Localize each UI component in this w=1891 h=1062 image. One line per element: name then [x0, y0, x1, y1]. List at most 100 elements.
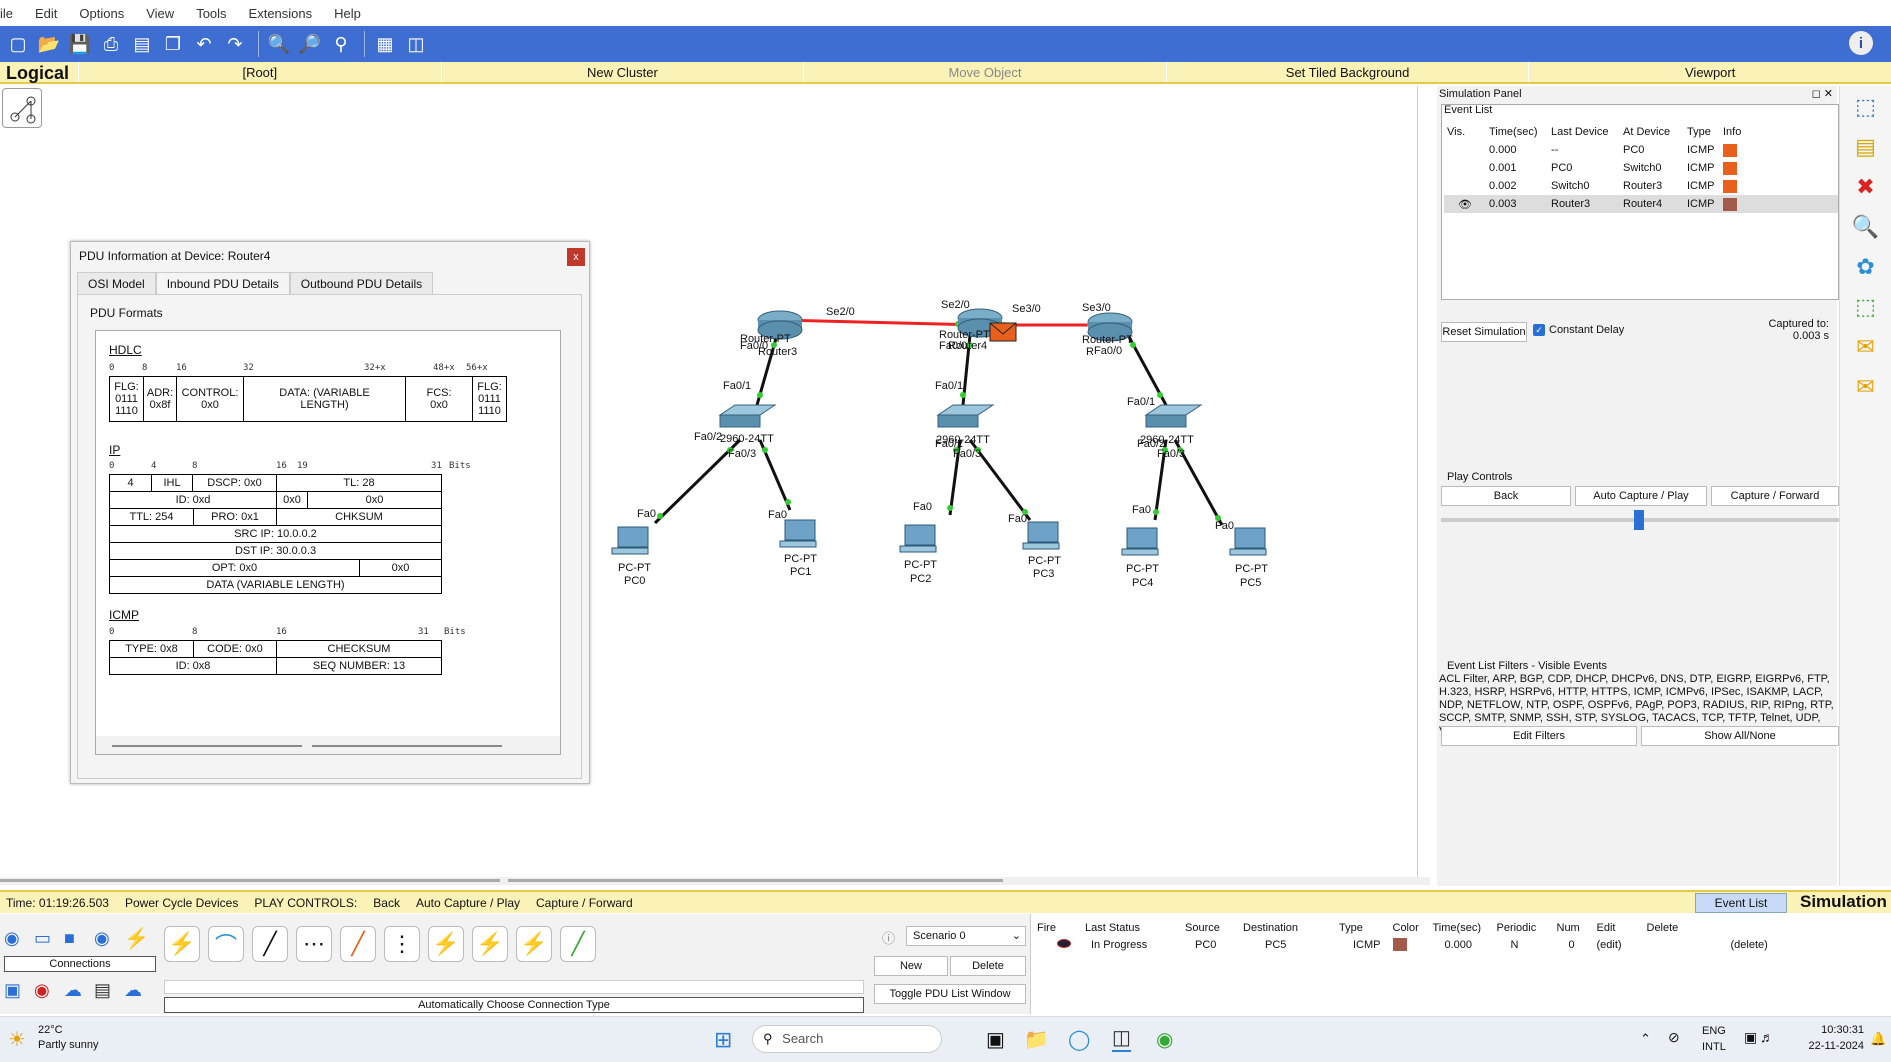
event-info-cell[interactable] — [1720, 177, 1838, 195]
show-all-none-button[interactable]: Show All/None — [1641, 726, 1839, 746]
cluster-icon[interactable] — [2, 88, 42, 128]
tab-osi-model[interactable]: OSI Model — [77, 272, 156, 295]
viewport-button[interactable]: Viewport — [1528, 62, 1891, 82]
volume-icon[interactable]: ♬ — [1760, 1029, 1774, 1045]
packet-tracer-app-icon[interactable]: ◫ — [1112, 1025, 1131, 1052]
tab-inbound-pdu[interactable]: Inbound PDU Details — [155, 272, 290, 295]
multiuser-icon[interactable]: ☁ — [124, 980, 150, 1000]
event-row[interactable]: 0.000 -- PC0 ICMP — [1444, 141, 1838, 159]
save-icon[interactable]: 💾 — [66, 30, 94, 58]
security-icon[interactable]: ◉ — [34, 980, 60, 1000]
pdu-envelope-icon[interactable] — [989, 322, 1017, 342]
root-button[interactable]: [Root] — [78, 62, 441, 82]
set-tiled-background-button[interactable]: Set Tiled Background — [1165, 62, 1529, 82]
menu-options[interactable]: Options — [79, 6, 124, 21]
pdu-edit-link[interactable]: (edit) — [1591, 936, 1641, 953]
delete-icon[interactable]: ✖ — [1851, 172, 1881, 202]
edge-browser-icon[interactable]: ◯ — [1068, 1027, 1090, 1052]
event-row[interactable]: 0.002 Switch0 Router3 ICMP — [1444, 177, 1838, 195]
edit-filters-button[interactable]: Edit Filters — [1441, 726, 1637, 746]
coaxial-icon[interactable]: ⚡ — [428, 926, 464, 962]
taskbar-search-box[interactable]: ⚲ Search — [752, 1025, 942, 1053]
new-file-icon[interactable]: ▢ — [4, 30, 32, 58]
pc2-icon[interactable] — [899, 524, 937, 553]
switch0-icon[interactable] — [718, 404, 777, 428]
horizontal-scrollbar[interactable] — [96, 736, 560, 754]
add-simple-pdu-icon[interactable]: ✉ — [1851, 332, 1881, 362]
switch1-icon[interactable] — [936, 404, 995, 428]
zoom-in-icon[interactable]: 🔍 — [265, 30, 293, 58]
status-back-button[interactable]: Back — [373, 896, 400, 910]
open-folder-icon[interactable]: 📂 — [35, 30, 63, 58]
delete-scenario-button[interactable]: Delete — [950, 956, 1026, 976]
info-icon[interactable]: i — [1849, 31, 1873, 55]
status-auto-capture-button[interactable]: Auto Capture / Play — [416, 896, 520, 910]
end-devices-icon[interactable]: ▣ — [4, 980, 30, 1000]
event-info-cell[interactable] — [1720, 159, 1838, 177]
new-cluster-button[interactable]: New Cluster — [440, 62, 804, 82]
close-icon[interactable]: x — [567, 248, 585, 266]
hubs-category-icon[interactable]: ■ — [64, 928, 90, 948]
inspect-icon[interactable]: 🔍 — [1851, 212, 1881, 242]
play-speed-slider-knob[interactable] — [1634, 510, 1644, 530]
zoom-reset-icon[interactable]: 🔎 — [296, 30, 324, 58]
new-scenario-button[interactable]: New — [874, 956, 948, 976]
workspace-scrollbar[interactable] — [0, 877, 1430, 885]
event-list-button[interactable]: Event List — [1695, 893, 1787, 913]
menu-view[interactable]: View — [146, 6, 174, 21]
select-icon[interactable]: ⬚ — [1851, 92, 1881, 122]
input-lang-1[interactable]: ENG — [1702, 1025, 1726, 1037]
reset-simulation-button[interactable]: Reset Simulation — [1441, 322, 1527, 342]
pc4-icon[interactable] — [1121, 527, 1159, 556]
back-button[interactable]: Back — [1441, 486, 1571, 506]
chevron-up-icon[interactable]: ⌃ — [1640, 1031, 1651, 1047]
console-cable-icon[interactable]: ⌒ — [208, 926, 244, 962]
constant-delay-checkbox[interactable]: ✓ Constant Delay — [1533, 324, 1624, 336]
pc0-icon[interactable] — [611, 526, 649, 555]
routers-category-icon[interactable]: ◉ — [4, 928, 30, 948]
pc5-icon[interactable] — [1229, 527, 1267, 556]
custom-devices-icon[interactable]: ▤ — [94, 980, 120, 1000]
zoom-out-icon[interactable]: ⚲ — [327, 30, 355, 58]
print-icon[interactable]: ⎙ — [97, 30, 125, 58]
device-scroll-bar[interactable] — [164, 980, 864, 994]
copy-icon[interactable]: ❐ — [159, 30, 187, 58]
status-capture-forward-button[interactable]: Capture / Forward — [536, 896, 633, 910]
switch2-icon[interactable] — [1144, 404, 1203, 428]
serial-dce-icon[interactable]: ⚡ — [472, 926, 508, 962]
display-icon[interactable]: ▣ — [1744, 1029, 1757, 1046]
move-object-button[interactable]: Move Object — [803, 62, 1166, 82]
checkbox-checked-icon[interactable]: ✓ — [1533, 324, 1545, 336]
add-complex-pdu-icon[interactable]: ✉ — [1851, 372, 1881, 402]
draw-shape-icon[interactable]: ✿ — [1851, 252, 1881, 282]
serial-dte-icon[interactable]: ⚡ — [516, 926, 552, 962]
wan-emulation-icon[interactable]: ☁ — [64, 980, 90, 1000]
copper-straight-icon[interactable]: ╱ — [252, 926, 288, 962]
auto-capture-play-button[interactable]: Auto Capture / Play — [1575, 486, 1707, 506]
task-view-icon[interactable]: ▣ — [986, 1027, 1005, 1052]
simulation-mode-label[interactable]: Simulation — [1800, 892, 1887, 912]
file-explorer-icon[interactable]: 📁 — [1024, 1027, 1049, 1052]
connections-category-icon[interactable]: ⚡ — [124, 926, 150, 950]
weather-sun-icon[interactable]: ☀ — [8, 1027, 26, 1052]
serial-link-r3-r4[interactable] — [779, 318, 981, 327]
scenario-info-icon[interactable]: ⓘ — [882, 928, 895, 947]
resize-icon[interactable]: ⬚ — [1851, 292, 1881, 322]
fire-icon[interactable] — [1031, 936, 1079, 953]
octal-cable-icon[interactable]: ╱ — [560, 926, 596, 962]
event-row[interactable]: 0.001 PC0 Switch0 ICMP — [1444, 159, 1838, 177]
wireless-category-icon[interactable]: ◉ — [94, 928, 120, 948]
copper-cross-icon[interactable]: ⋯ — [296, 926, 332, 962]
pc1-icon[interactable] — [779, 519, 817, 548]
windows-start-icon[interactable]: ⊞ — [714, 1027, 732, 1053]
tab-outbound-pdu[interactable]: Outbound PDU Details — [289, 272, 434, 295]
menu-extensions[interactable]: Extensions — [249, 6, 313, 21]
input-lang-2[interactable]: INTL — [1702, 1041, 1726, 1053]
undo-icon[interactable]: ↶ — [190, 30, 218, 58]
event-info-cell[interactable] — [1720, 141, 1838, 159]
pdu-delete-link[interactable]: (delete) — [1641, 936, 1774, 953]
auto-connection-icon[interactable]: ⚡ — [164, 926, 200, 962]
network-icon[interactable]: ⊘ — [1668, 1029, 1680, 1046]
phone-cable-icon[interactable]: ⋮ — [384, 926, 420, 962]
pc3-icon[interactable] — [1022, 521, 1060, 550]
